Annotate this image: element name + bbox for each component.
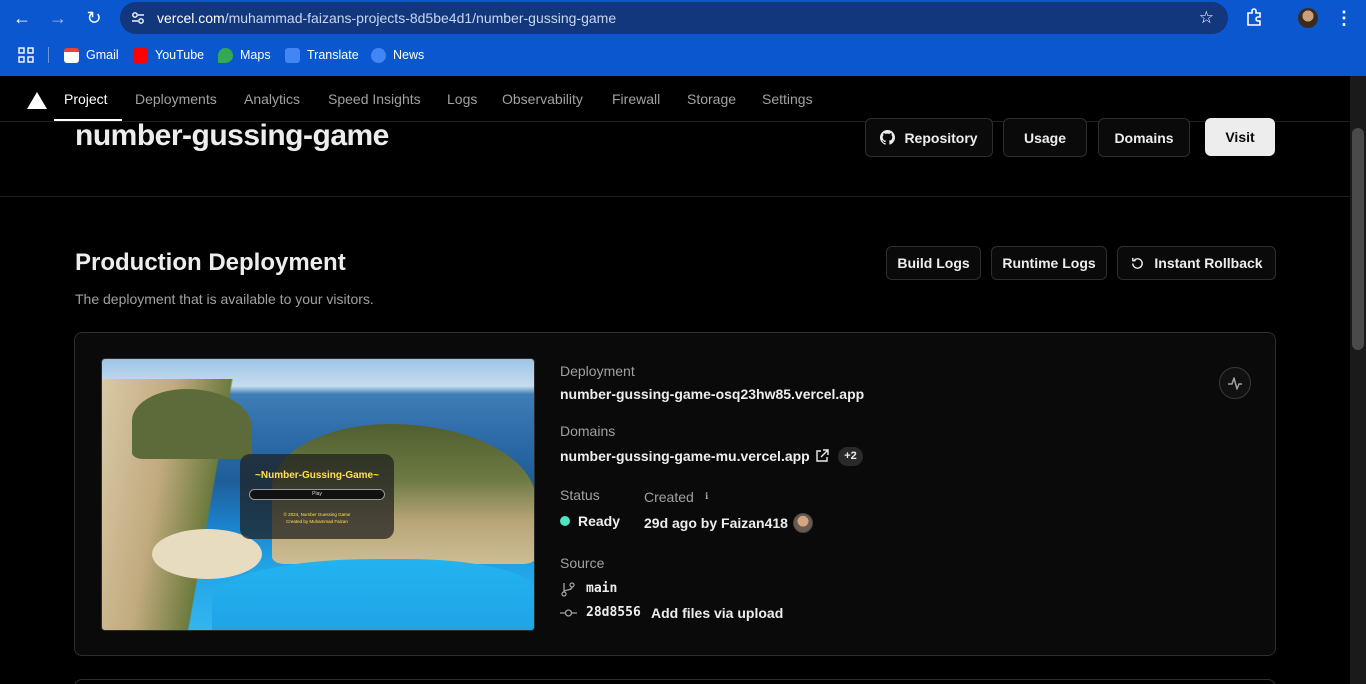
apps-grid-icon[interactable] bbox=[18, 47, 34, 63]
preview-footer-line: © 2024, Number Guessing Game bbox=[283, 512, 351, 517]
section-title: Production Deployment bbox=[75, 249, 346, 276]
repository-label: Repository bbox=[904, 129, 978, 146]
preview-game-footer: © 2024, Number Guessing Game Created by … bbox=[240, 511, 394, 525]
scrollbar-thumb[interactable] bbox=[1352, 128, 1364, 350]
runtime-logs-button[interactable]: Runtime Logs bbox=[991, 246, 1107, 280]
domain-link[interactable]: number-gussing-game-mu.vercel.app bbox=[560, 448, 810, 464]
browser-chrome: ← → ↻ vercel.com/muhammad-faizans-projec… bbox=[0, 0, 1366, 76]
reload-icon[interactable]: ↻ bbox=[82, 7, 106, 29]
info-icon[interactable]: ℹ bbox=[705, 491, 708, 502]
section-subtitle: The deployment that is available to your… bbox=[75, 291, 374, 307]
external-link-icon[interactable] bbox=[815, 449, 829, 463]
menu-kebab-icon[interactable]: ⋮ bbox=[1332, 7, 1356, 29]
bookmark-youtube[interactable]: YouTube bbox=[133, 46, 204, 64]
git-commit-icon bbox=[560, 609, 577, 617]
extensions-icon[interactable] bbox=[1245, 7, 1265, 27]
bookmark-news[interactable]: News bbox=[371, 46, 424, 64]
news-icon bbox=[371, 47, 386, 63]
project-nav: Project Deployments Analytics Speed Insi… bbox=[0, 76, 1350, 122]
instant-rollback-button[interactable]: Instant Rollback bbox=[1117, 246, 1276, 280]
bookmark-gmail[interactable]: Gmail bbox=[64, 46, 119, 64]
status-dot bbox=[560, 516, 570, 526]
preview-play-button: Play bbox=[249, 489, 385, 500]
rollback-icon bbox=[1132, 257, 1144, 269]
tab-settings[interactable]: Settings bbox=[762, 91, 813, 107]
back-icon[interactable]: ← bbox=[10, 7, 34, 29]
domains-button[interactable]: Domains bbox=[1098, 118, 1190, 157]
created-label: Created bbox=[644, 489, 694, 505]
branch-name[interactable]: main bbox=[586, 581, 617, 596]
source-label: Source bbox=[560, 555, 605, 571]
repository-button[interactable]: Repository bbox=[865, 118, 993, 157]
bookmarks-bar: Gmail YouTube Maps Translate News bbox=[0, 40, 1366, 70]
preview-footer-line: Created by Muhammad Faizan bbox=[286, 519, 348, 524]
youtube-icon bbox=[133, 47, 148, 63]
author-avatar[interactable] bbox=[793, 513, 813, 533]
bookmark-label: News bbox=[393, 48, 425, 62]
activity-pulse-icon bbox=[1228, 377, 1242, 390]
tab-firewall[interactable]: Firewall bbox=[612, 91, 660, 107]
deployment-url[interactable]: number-gussing-game-osq23hw85.vercel.app bbox=[560, 386, 864, 402]
bookmark-star-icon[interactable]: ☆ bbox=[1199, 8, 1214, 28]
vercel-logo-icon[interactable] bbox=[27, 92, 47, 109]
browser-toolbar: ← → ↻ vercel.com/muhammad-faizans-projec… bbox=[0, 0, 1366, 36]
preview-scenery bbox=[212, 559, 534, 630]
bookmark-translate[interactable]: Translate bbox=[285, 46, 359, 64]
tab-project[interactable]: Project bbox=[64, 91, 108, 107]
rollback-label: Instant Rollback bbox=[1154, 255, 1263, 271]
bookmark-label: YouTube bbox=[155, 48, 205, 62]
section-divider bbox=[0, 196, 1350, 197]
deployment-preview[interactable]: ~Number-Gussing-Game~ Play © 2024, Numbe… bbox=[101, 358, 535, 631]
tab-analytics[interactable]: Analytics bbox=[244, 91, 300, 107]
tab-storage[interactable]: Storage bbox=[687, 91, 736, 107]
status-value: Ready bbox=[578, 513, 621, 529]
status-label: Status bbox=[560, 487, 600, 503]
commit-message: Add files via upload bbox=[651, 605, 784, 621]
gmail-icon bbox=[64, 47, 79, 63]
tab-observability[interactable]: Observability bbox=[502, 91, 583, 107]
visit-button[interactable]: Visit bbox=[1205, 118, 1275, 156]
domains-label: Domains bbox=[560, 423, 616, 439]
bookmark-label: Gmail bbox=[86, 48, 119, 62]
activity-button[interactable] bbox=[1219, 367, 1251, 399]
commit-hash[interactable]: 28d8556 bbox=[586, 605, 641, 620]
created-value: 29d ago by Faizan418 bbox=[644, 515, 788, 531]
build-logs-button[interactable]: Build Logs bbox=[886, 246, 981, 280]
github-icon bbox=[880, 130, 896, 145]
url-path: /muhammad-faizans-projects-8d5be4d1/numb… bbox=[224, 10, 617, 26]
bookmark-label: Maps bbox=[240, 48, 271, 62]
git-branch-icon bbox=[561, 582, 575, 597]
project-title: number-gussing-game bbox=[75, 119, 389, 152]
translate-icon bbox=[285, 47, 300, 63]
site-settings-icon[interactable] bbox=[130, 10, 146, 26]
next-card bbox=[74, 679, 1276, 684]
maps-icon bbox=[218, 47, 233, 63]
profile-avatar[interactable] bbox=[1298, 8, 1318, 28]
deployment-label: Deployment bbox=[560, 363, 635, 379]
forward-icon[interactable]: → bbox=[46, 7, 70, 29]
tab-logs[interactable]: Logs bbox=[447, 91, 477, 107]
bookmark-label: Translate bbox=[307, 48, 359, 62]
usage-button[interactable]: Usage bbox=[1003, 118, 1087, 157]
tab-speed-insights[interactable]: Speed Insights bbox=[328, 91, 421, 107]
bookmark-maps[interactable]: Maps bbox=[218, 46, 271, 64]
url-text[interactable]: vercel.com/muhammad-faizans-projects-8d5… bbox=[157, 10, 616, 26]
tab-deployments[interactable]: Deployments bbox=[135, 91, 217, 107]
address-bar[interactable]: vercel.com/muhammad-faizans-projects-8d5… bbox=[120, 2, 1228, 34]
preview-game-title: ~Number-Gussing-Game~ bbox=[255, 470, 379, 481]
url-host: vercel.com bbox=[157, 10, 225, 26]
bookmarks-divider bbox=[48, 47, 49, 63]
domains-count-badge[interactable]: +2 bbox=[838, 447, 863, 466]
preview-game-panel: ~Number-Gussing-Game~ Play © 2024, Numbe… bbox=[240, 454, 394, 539]
